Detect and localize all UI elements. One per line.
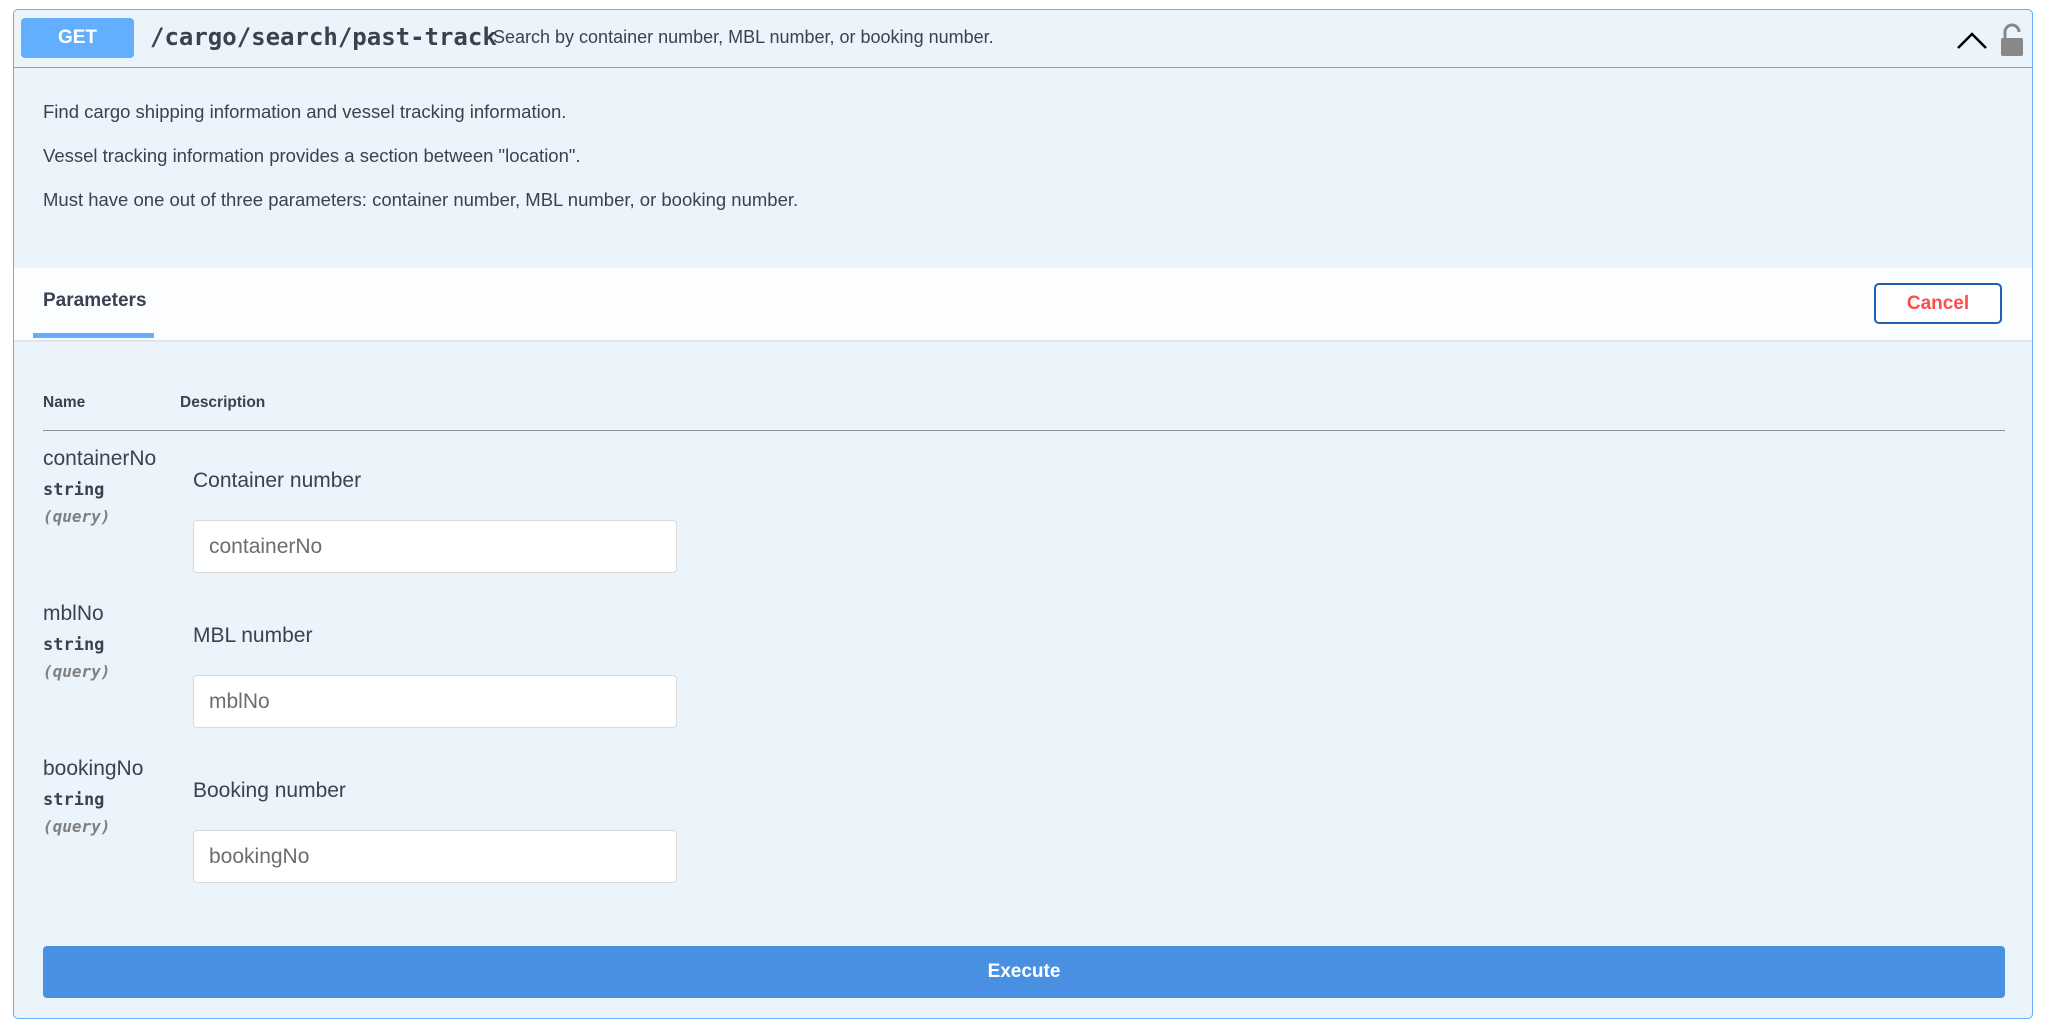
parameter-location: (query) — [43, 662, 111, 681]
parameter-name: bookingNo — [43, 757, 144, 780]
chevron-up-icon[interactable] — [1954, 28, 1990, 52]
parameter-name: containerNo — [43, 447, 157, 470]
endpoint-path: /cargo/search/past-track — [150, 23, 497, 51]
parameter-row-mblNo: mblNo string (query) MBL number — [43, 602, 2005, 757]
tab-parameters[interactable]: Parameters — [43, 290, 147, 312]
active-tab-indicator — [33, 333, 154, 338]
parameter-location: (query) — [43, 507, 111, 526]
http-method-badge: GET — [21, 18, 134, 58]
operation-description: Find cargo shipping information and vess… — [43, 100, 798, 232]
operation-summary-text: Search by container number, MBL number, … — [493, 27, 994, 47]
column-header-description: Description — [180, 394, 266, 411]
description-line: Find cargo shipping information and vess… — [43, 101, 567, 122]
parameters-section-header: Parameters Cancel — [14, 268, 2032, 340]
parameter-location: (query) — [43, 817, 111, 836]
description-line: Must have one out of three parameters: c… — [43, 189, 799, 210]
parameter-type: string — [43, 480, 105, 500]
column-header-name: Name — [43, 394, 86, 411]
description-line: Vessel tracking information provides a s… — [43, 145, 581, 166]
parameter-description: MBL number — [193, 624, 313, 647]
parameter-row-bookingNo: bookingNo string (query) Booking number — [43, 757, 2005, 912]
mblNo-input[interactable] — [193, 675, 677, 728]
bookingNo-input[interactable] — [193, 830, 677, 883]
parameters-table-header: Name Description — [43, 384, 2005, 431]
parameter-type: string — [43, 635, 105, 655]
parameter-description: Container number — [193, 469, 362, 492]
operation-block: GET /cargo/search/past-track Search by c… — [13, 9, 2033, 1019]
parameter-description: Booking number — [193, 779, 346, 802]
execute-button[interactable]: Execute — [43, 946, 2005, 998]
parameter-row-containerNo: containerNo string (query) Container num… — [43, 447, 2005, 602]
lock-icon[interactable] — [1999, 22, 2025, 58]
parameter-name: mblNo — [43, 602, 104, 625]
parameter-type: string — [43, 790, 105, 810]
cancel-button[interactable]: Cancel — [1874, 283, 2002, 324]
containerNo-input[interactable] — [193, 520, 677, 573]
operation-summary[interactable]: GET /cargo/search/past-track Search by c… — [14, 10, 2032, 68]
